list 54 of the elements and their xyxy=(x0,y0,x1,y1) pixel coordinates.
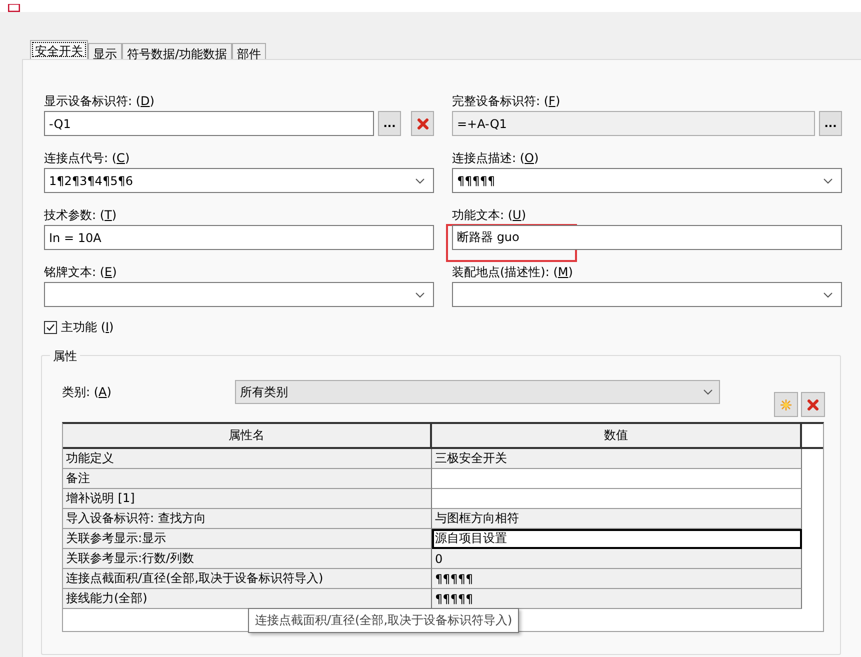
delete-button[interactable] xyxy=(801,392,825,417)
tab[interactable]: 符号数据/功能数据 xyxy=(122,43,232,59)
table-cell[interactable]: 0 xyxy=(432,549,802,569)
table-cell[interactable]: 源自项目设置 xyxy=(432,529,802,549)
dropdown-field[interactable]: ¶¶¶¶¶ xyxy=(452,168,842,193)
table-cell: 功能定义 xyxy=(63,449,432,469)
field-label: 功能文本: (U) xyxy=(452,207,528,224)
delete-icon xyxy=(807,398,819,410)
table-cell: 关联参考显示:行数/列数 xyxy=(63,549,432,569)
delete-icon xyxy=(416,118,428,130)
field-label: 铭牌文本: (E) xyxy=(44,264,118,281)
field-label: 连接点代号: (C) xyxy=(44,150,131,167)
clear-button[interactable] xyxy=(411,111,434,136)
tab[interactable]: 部件 xyxy=(232,43,266,59)
table-cell[interactable]: ¶¶¶¶¶ xyxy=(432,569,802,589)
caret-icon xyxy=(415,178,425,184)
checkbox-label: 主功能 (I) xyxy=(61,319,114,336)
column-header[interactable]: 数值 xyxy=(432,424,802,447)
table-cell[interactable]: 三极安全开关 xyxy=(432,449,802,469)
table-cell: 增补说明 [1] xyxy=(63,489,432,509)
text-field[interactable]: -Q1 xyxy=(44,111,374,136)
table-cell: 备注 xyxy=(63,469,432,489)
field-label: 装配地点(描述性): (M) xyxy=(452,264,574,281)
category-dropdown[interactable]: 所有类别 xyxy=(235,380,720,404)
caret-icon xyxy=(703,389,713,395)
field-label: 连接点描述: (O) xyxy=(452,150,540,167)
table-cell[interactable] xyxy=(432,469,802,489)
table-cell: 连接点截面积/直径(全部,取决于设备标识符导入) xyxy=(63,569,432,589)
table-cell: 接线能力(全部) xyxy=(63,589,432,609)
tab[interactable]: 显示 xyxy=(88,43,122,59)
field-label: 显示设备标识符: (D) xyxy=(44,93,156,110)
dropdown-field[interactable] xyxy=(44,282,434,307)
field-label: 技术参数: (T) xyxy=(44,207,118,224)
table-cell: 关联参考显示:显示 xyxy=(63,529,432,549)
checkbox[interactable] xyxy=(44,321,57,334)
table-cell: 导入设备标识符: 查找方向 xyxy=(63,509,432,529)
browse-button[interactable]: ... xyxy=(378,111,401,136)
group-title: 属性 xyxy=(50,348,80,365)
tab[interactable]: 安全开关 xyxy=(30,40,88,59)
field-label: 完整设备标识符: (F) xyxy=(452,93,562,110)
category-label: 类别: (A) xyxy=(62,384,112,400)
text-field[interactable]: In = 10A xyxy=(44,225,434,250)
dropdown-field[interactable]: 1¶2¶3¶4¶5¶6 xyxy=(44,168,434,193)
table-cell[interactable]: 与图框方向相符 xyxy=(432,509,802,529)
caret-icon xyxy=(823,178,833,184)
dropdown-field[interactable] xyxy=(452,282,842,307)
tooltip: 连接点截面积/直径(全部,取决于设备标识符导入) xyxy=(248,608,520,633)
sun-icon xyxy=(780,398,792,410)
caret-icon xyxy=(823,292,833,298)
table-cell[interactable] xyxy=(432,489,802,509)
table-cell[interactable]: ¶¶¶¶¶ xyxy=(432,589,802,609)
column-header[interactable]: 属性名 xyxy=(63,424,432,447)
text-field[interactable]: 断路器 guo xyxy=(452,225,842,250)
caret-icon xyxy=(415,292,425,298)
